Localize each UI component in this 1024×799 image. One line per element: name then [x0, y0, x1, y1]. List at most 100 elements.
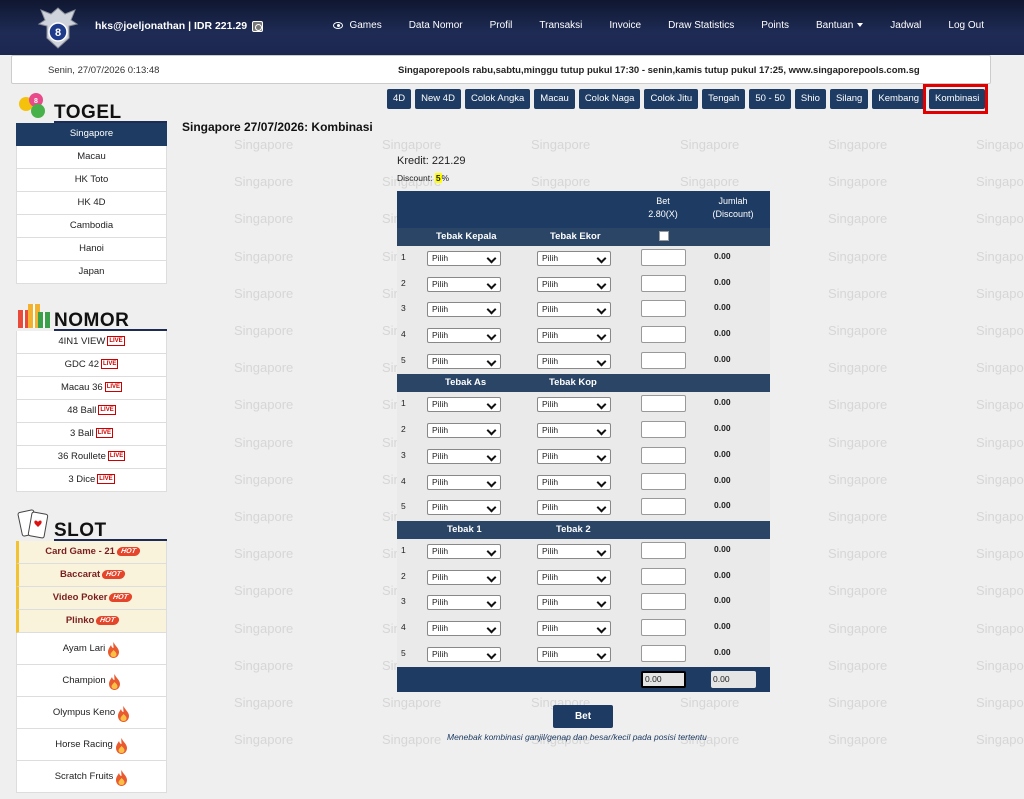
sidebar-item-36-roullete[interactable]: 36 Roullete LIVE	[16, 446, 167, 469]
bet-input[interactable]	[641, 326, 686, 344]
right-select[interactable]: Pilih	[537, 620, 611, 636]
flame-icon	[117, 704, 130, 723]
bet-input[interactable]	[641, 618, 686, 636]
left-select[interactable]: Pilih	[427, 423, 501, 439]
left-select[interactable]: Pilih	[427, 397, 501, 413]
sidebar-item-3-dice[interactable]: 3 Dice LIVE	[16, 469, 167, 492]
nav-points[interactable]: Points	[761, 20, 789, 31]
bet-input[interactable]	[641, 421, 686, 439]
sidebar-item-card-game-21[interactable]: Card Game - 21 HOT	[16, 541, 167, 564]
sidebar-item-48-ball[interactable]: 48 Ball LIVE	[16, 400, 167, 423]
right-select[interactable]: Pilih	[537, 595, 611, 611]
left-select[interactable]: Pilih	[427, 543, 501, 559]
tab-macau[interactable]: Macau	[534, 89, 575, 109]
sidebar-item-singapore[interactable]: Singapore	[16, 123, 167, 146]
right-select[interactable]: Pilih	[537, 543, 611, 559]
bet-input[interactable]	[641, 472, 686, 490]
right-select[interactable]: Pilih	[537, 302, 611, 318]
tab-colok-jitu[interactable]: Colok Jitu	[644, 89, 699, 109]
row-number: 2	[401, 277, 406, 288]
tab-4d[interactable]: 4D	[387, 89, 412, 109]
select-all-checkbox[interactable]	[659, 231, 669, 241]
nav-transaksi[interactable]: Transaksi	[539, 20, 582, 31]
left-select[interactable]: Pilih	[427, 448, 501, 464]
nav-log-out[interactable]: Log Out	[948, 20, 984, 31]
sidebar-item-gdc-42[interactable]: GDC 42 LIVE	[16, 354, 167, 377]
sidebar-item-hanoi[interactable]: Hanoi	[16, 238, 167, 261]
tab-shio[interactable]: Shio	[794, 89, 826, 109]
bet-input[interactable]	[641, 593, 686, 611]
tab-silang[interactable]: Silang	[829, 89, 869, 109]
nav-data-nomor[interactable]: Data Nomor	[409, 20, 463, 31]
left-select[interactable]: Pilih	[427, 595, 501, 611]
tab-new-4d[interactable]: New 4D	[415, 89, 461, 109]
right-select[interactable]: Pilih	[537, 500, 611, 516]
right-select[interactable]: Pilih	[537, 251, 611, 266]
sidebar-item-japan[interactable]: Japan	[16, 261, 167, 284]
nav-invoice[interactable]: Invoice	[609, 20, 641, 31]
sidebar-item-hk-toto[interactable]: HK Toto	[16, 169, 167, 192]
nav-games[interactable]: Games	[333, 20, 382, 31]
left-select[interactable]: Pilih	[427, 353, 501, 369]
right-select[interactable]: Pilih	[537, 276, 611, 292]
sidebar-item-3-ball[interactable]: 3 Ball LIVE	[16, 423, 167, 446]
bet-input[interactable]	[641, 446, 686, 464]
tab-colok-naga[interactable]: Colok Naga	[578, 89, 641, 109]
bet-input[interactable]	[641, 249, 686, 266]
lottery-balls-icon: 8	[19, 93, 45, 118]
bet-input[interactable]	[641, 541, 686, 559]
sidebar-item-ayam-lari[interactable]: Ayam Lari	[16, 633, 167, 665]
group-right-label: Tebak Ekor	[550, 231, 601, 242]
tab-kembang[interactable]: Kembang	[872, 89, 926, 109]
bet-input[interactable]	[641, 498, 686, 516]
bet-input[interactable]	[641, 395, 686, 413]
sidebar-item-olympus-keno[interactable]: Olympus Keno	[16, 697, 167, 729]
right-select[interactable]: Pilih	[537, 448, 611, 464]
tab-tengah[interactable]: Tengah	[702, 89, 746, 109]
bet-input[interactable]	[641, 274, 686, 292]
tab-colok-angka[interactable]: Colok Angka	[464, 89, 531, 109]
bet-input[interactable]	[641, 351, 686, 369]
nav-bantuan[interactable]: Bantuan	[816, 20, 864, 31]
sidebar-item-video-poker[interactable]: Video Poker HOT	[16, 587, 167, 610]
left-select[interactable]: Pilih	[427, 646, 501, 662]
right-select[interactable]: Pilih	[537, 397, 611, 413]
sidebar-item-baccarat[interactable]: Baccarat HOT	[16, 564, 167, 587]
left-select[interactable]: Pilih	[427, 500, 501, 516]
tab-50-50[interactable]: 50 - 50	[749, 89, 791, 109]
sidebar-item-plinko[interactable]: Plinko HOT	[16, 610, 167, 633]
sidebar-item-hk-4d[interactable]: HK 4D	[16, 192, 167, 215]
left-select[interactable]: Pilih	[427, 328, 501, 344]
left-select[interactable]: Pilih	[427, 620, 501, 636]
bet-input[interactable]	[641, 300, 686, 318]
left-select[interactable]: Pilih	[427, 474, 501, 490]
user-info: hks@joeljonathan | IDR 221.29	[95, 20, 264, 32]
nav-profil[interactable]: Profil	[490, 20, 513, 31]
right-select[interactable]: Pilih	[537, 328, 611, 344]
sidebar-item-champion[interactable]: Champion	[16, 665, 167, 697]
sidebar-item-scratch-fruits[interactable]: Scratch Fruits	[16, 761, 167, 793]
right-select[interactable]: Pilih	[537, 474, 611, 490]
row-amount: 0.00	[714, 543, 731, 554]
sidebar-item-cambodia[interactable]: Cambodia	[16, 215, 167, 238]
right-select[interactable]: Pilih	[537, 569, 611, 585]
sidebar-item-macau[interactable]: Macau	[16, 146, 167, 169]
nav-draw-statistics[interactable]: Draw Statistics	[668, 20, 734, 31]
bet-input[interactable]	[641, 644, 686, 662]
sidebar-item-horse-racing[interactable]: Horse Racing	[16, 729, 167, 761]
left-select[interactable]: Pilih	[427, 251, 501, 266]
left-select[interactable]: Pilih	[427, 276, 501, 292]
sidebar-item-macau-36[interactable]: Macau 36 LIVE	[16, 377, 167, 400]
bet-button[interactable]: Bet	[553, 705, 613, 728]
refresh-icon[interactable]	[252, 20, 264, 32]
nav-jadwal[interactable]: Jadwal	[890, 20, 921, 31]
table-row: 5 Pilih Pilih 0.00	[397, 641, 770, 668]
right-select[interactable]: Pilih	[537, 646, 611, 662]
right-select[interactable]: Pilih	[537, 423, 611, 439]
right-select[interactable]: Pilih	[537, 353, 611, 369]
total-bet-field[interactable]: 0.00	[641, 671, 686, 689]
bet-input[interactable]	[641, 567, 686, 585]
sidebar-item-4in1-view[interactable]: 4IN1 VIEW LIVE	[16, 331, 167, 354]
left-select[interactable]: Pilih	[427, 302, 501, 318]
left-select[interactable]: Pilih	[427, 569, 501, 585]
